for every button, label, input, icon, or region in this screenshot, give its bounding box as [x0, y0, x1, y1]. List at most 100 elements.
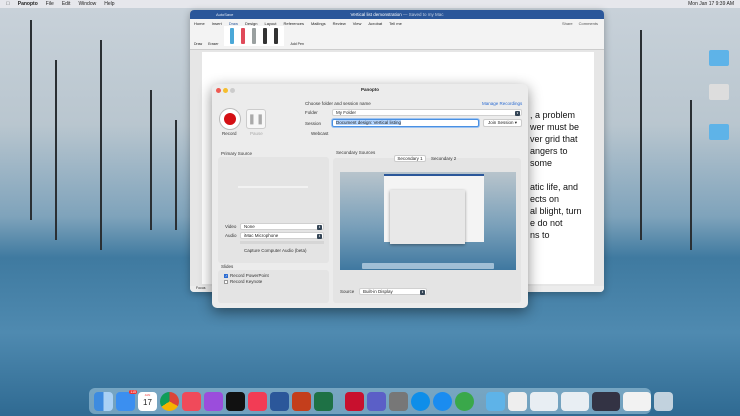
source-select[interactable]: Built-in Display ⇕ — [359, 288, 427, 295]
pen-black-icon[interactable] — [263, 28, 268, 44]
safari-icon[interactable] — [433, 391, 452, 411]
trash-icon[interactable] — [654, 391, 673, 411]
printer-icon[interactable] — [389, 391, 408, 411]
comments-button[interactable]: Comments — [579, 21, 598, 26]
autosave-toggle[interactable]: AutoSave — [216, 12, 233, 17]
menu-edit[interactable]: Edit — [62, 1, 71, 7]
share-button[interactable]: Share — [562, 21, 573, 26]
folder-icon[interactable] — [486, 391, 505, 411]
tab-references[interactable]: References — [284, 21, 304, 26]
slides-heading: Slides — [221, 264, 234, 269]
menu-bar:  Panopto File Edit Window Help Mon Jan … — [0, 0, 740, 8]
record-label: Record — [222, 131, 237, 136]
acrobat-icon[interactable] — [345, 391, 364, 411]
dock: 115 17 JAN — [89, 388, 673, 414]
chevron-down-icon: ▾ — [515, 110, 520, 116]
menu-app-name[interactable]: Panopto — [18, 1, 38, 7]
desktop-file-icon[interactable] — [709, 84, 729, 100]
clock[interactable]: Mon Jan 17 9:39 AM — [688, 1, 734, 7]
tab-acrobat[interactable]: Acrobat — [368, 21, 382, 26]
tell-me[interactable]: Tell me — [389, 21, 402, 26]
window-title: Panopto — [361, 87, 379, 92]
capture-audio-checkbox[interactable]: Capture Computer Audio (beta) — [238, 248, 307, 253]
document-icon[interactable] — [508, 391, 527, 411]
pen-blue-icon[interactable] — [230, 28, 235, 44]
tab-home[interactable]: Home — [194, 21, 205, 26]
focus-button[interactable]: Focus — [196, 286, 206, 290]
tab-secondary-1[interactable]: Secondary 1 — [394, 155, 426, 162]
join-session-button[interactable]: Join Session ▾ — [483, 119, 522, 127]
word-icon[interactable] — [270, 391, 289, 411]
tab-insert[interactable]: Insert — [212, 21, 222, 26]
audio-select[interactable]: iMac Microphone ⇕ — [240, 232, 324, 239]
primary-source-heading: Primary Source — [221, 151, 253, 156]
news-icon[interactable] — [182, 391, 201, 411]
audio-label: Audio — [225, 233, 237, 238]
document-title: Vertical list demonstration — [350, 12, 402, 17]
video-label: Video — [225, 224, 237, 229]
tab-view[interactable]: View — [353, 21, 362, 26]
draw-tool[interactable]: Draw — [194, 42, 202, 46]
teams-icon[interactable] — [367, 391, 386, 411]
chrome-icon[interactable] — [160, 391, 179, 411]
powerpoint-icon[interactable] — [292, 391, 311, 411]
record-keynote-checkbox[interactable]: Record Keynote — [224, 279, 262, 284]
window-thumbnail[interactable] — [530, 391, 558, 411]
audio-level-meter — [240, 241, 324, 244]
webcast-checkbox[interactable]: Webcast — [305, 131, 328, 136]
screen-preview — [340, 172, 516, 270]
add-pen-button[interactable]: Add Pen — [290, 42, 303, 46]
menu-window[interactable]: Window — [78, 1, 96, 7]
secondary-sources-heading: Secondary Sources — [336, 150, 376, 155]
mail-icon[interactable]: 115 — [116, 389, 137, 411]
record-powerpoint-checkbox[interactable]: ✓ Record PowerPoint — [224, 273, 269, 278]
word-title-bar: AutoSave Vertical list demonstration — S… — [190, 10, 604, 19]
pen-black-icon[interactable] — [274, 28, 279, 44]
calendar-icon[interactable]: 17 JAN — [138, 391, 157, 411]
chevron-updown-icon: ⇕ — [317, 233, 322, 239]
manage-recordings-link[interactable]: Manage Recordings — [482, 101, 522, 106]
excel-icon[interactable] — [314, 391, 333, 411]
session-label: Session — [305, 121, 322, 126]
pen-gray-icon[interactable] — [252, 28, 257, 44]
primary-source-panel: Video None ⇕ Audio iMac Microphone ⇕ Captu… — [218, 157, 329, 263]
preview-panopto-window — [390, 190, 465, 244]
podcasts-icon[interactable] — [204, 391, 223, 411]
video-preview — [238, 186, 308, 188]
panopto-icon[interactable] — [455, 391, 474, 411]
folder-select[interactable]: My Folder ▾ — [332, 109, 522, 116]
menu-help[interactable]: Help — [104, 1, 114, 7]
tab-secondary-2[interactable]: Secondary 2 — [431, 156, 456, 161]
pause-button[interactable]: ❚❚ — [246, 109, 266, 129]
chevron-updown-icon: ⇕ — [317, 224, 322, 230]
record-icon — [224, 113, 236, 125]
session-input[interactable]: Document design: Vertical listing — [332, 119, 479, 127]
draw-ribbon: Draw Eraser Add Pen — [190, 26, 604, 50]
source-label: Source — [340, 289, 355, 294]
teamviewer-icon[interactable] — [411, 391, 430, 411]
folder-label: Folder — [305, 110, 318, 115]
save-status: — Saved to my Mac — [403, 12, 444, 17]
apple-tv-icon[interactable] — [226, 391, 245, 411]
record-button[interactable] — [219, 108, 241, 130]
music-icon[interactable] — [248, 391, 267, 411]
choose-label: Choose folder and session name — [305, 101, 371, 106]
panopto-window: Panopto Record ❚❚ Pause Choose folder an… — [212, 84, 528, 308]
window-thumbnail[interactable] — [561, 391, 589, 411]
tab-review[interactable]: Review — [333, 21, 346, 26]
apple-icon[interactable]:  — [6, 1, 10, 7]
desktop-folder-icon[interactable] — [709, 124, 729, 140]
pen-red-icon[interactable] — [241, 28, 246, 44]
window-thumbnail[interactable] — [623, 391, 651, 411]
finder-icon[interactable] — [94, 391, 113, 411]
video-select[interactable]: None ⇕ — [240, 223, 324, 230]
mail-badge: 115 — [129, 389, 137, 394]
document-text[interactable]: , a problem wer must be ver grid that anger… — [530, 109, 582, 241]
window-thumbnail[interactable] — [592, 391, 620, 411]
menu-file[interactable]: File — [46, 1, 54, 7]
preview-dock — [362, 263, 494, 269]
eraser-tool[interactable]: Eraser — [208, 42, 218, 46]
tab-mailings[interactable]: Mailings — [311, 21, 326, 26]
pause-label: Pause — [250, 131, 263, 136]
desktop-folder-icon[interactable] — [709, 50, 729, 66]
